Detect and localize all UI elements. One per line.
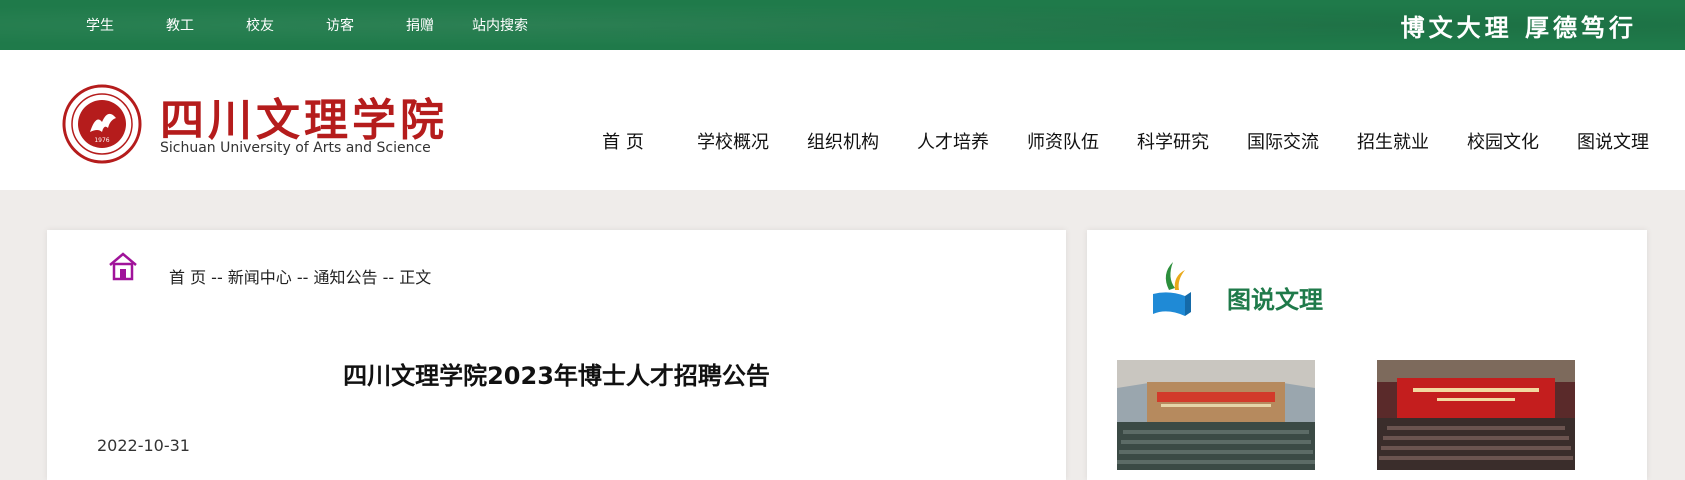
top-link-students[interactable]: 学生 xyxy=(60,15,140,35)
school-seal-icon: 1976 xyxy=(62,84,142,164)
nav-organization[interactable]: 组织机构 xyxy=(788,128,898,154)
site-logo[interactable]: 1976 四川文理学院 Sichuan University of Arts a… xyxy=(62,84,502,166)
top-link-staff[interactable]: 教工 xyxy=(140,15,220,35)
main-nav: 首 页 学校概况 组织机构 人才培养 师资队伍 科学研究 国际交流 招生就业 校… xyxy=(568,128,1668,154)
seal-year: 1976 xyxy=(94,137,109,144)
gallery-title: 图说文理 xyxy=(1227,286,1323,314)
nav-photo-gallery[interactable]: 图说文理 xyxy=(1558,128,1668,154)
nav-about[interactable]: 学校概况 xyxy=(678,128,788,154)
top-link-site-search[interactable]: 站内搜索 xyxy=(460,15,540,35)
open-book-icon xyxy=(1153,262,1191,316)
logo-english-name: Sichuan University of Arts and Science xyxy=(160,140,431,156)
nav-faculty[interactable]: 师资队伍 xyxy=(1008,128,1118,154)
gallery-photo-1[interactable] xyxy=(1117,360,1315,470)
nav-admissions[interactable]: 招生就业 xyxy=(1338,128,1448,154)
school-motto: 博文大理 厚德笃行 xyxy=(1400,13,1637,42)
nav-education[interactable]: 人才培养 xyxy=(898,128,1008,154)
gallery-photo-2[interactable] xyxy=(1377,360,1575,470)
nav-research[interactable]: 科学研究 xyxy=(1118,128,1228,154)
home-icon[interactable] xyxy=(107,250,139,282)
breadcrumb[interactable]: 首 页 -- 新闻中心 -- 通知公告 -- 正文 xyxy=(169,264,431,288)
top-bar: 学生 教工 校友 访客 捐赠 站内搜索 博文大理 厚德笃行 xyxy=(0,0,1685,50)
top-link-donate[interactable]: 捐赠 xyxy=(380,15,460,35)
article-panel: 首 页 -- 新闻中心 -- 通知公告 -- 正文 四川文理学院2023年博士人… xyxy=(47,230,1066,480)
top-link-visitors[interactable]: 访客 xyxy=(300,15,380,35)
article-date: 2022-10-31 xyxy=(97,436,190,455)
logo-chinese-name: 四川文理学院 xyxy=(160,95,448,146)
photo-gallery-panel: 图说文理 xyxy=(1087,230,1647,480)
auditorium-photo-image xyxy=(1117,360,1315,470)
article-title: 四川文理学院2023年博士人才招聘公告 xyxy=(343,362,770,390)
site-header: 1976 四川文理学院 Sichuan University of Arts a… xyxy=(0,50,1685,190)
top-link-alumni[interactable]: 校友 xyxy=(220,15,300,35)
nav-international[interactable]: 国际交流 xyxy=(1228,128,1338,154)
nav-campus-culture[interactable]: 校园文化 xyxy=(1448,128,1558,154)
nav-home[interactable]: 首 页 xyxy=(568,128,678,154)
top-nav: 学生 教工 校友 访客 捐赠 站内搜索 xyxy=(60,0,540,50)
conference-photo-image xyxy=(1377,360,1575,470)
